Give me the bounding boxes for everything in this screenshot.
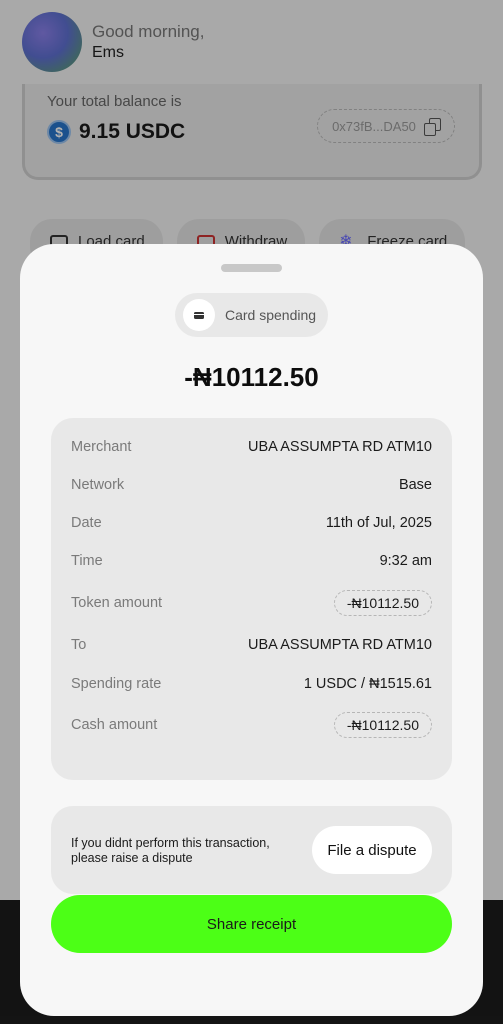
cash-amount-chip: -₦10112.50 xyxy=(333,712,432,738)
detail-row-cash-amount: Cash amount -₦10112.50 xyxy=(71,710,432,740)
detail-label: Token amount xyxy=(71,595,163,611)
transaction-type-pill: Card spending xyxy=(175,293,328,337)
dispute-section: If you didnt perform this transaction, p… xyxy=(51,806,452,894)
detail-row-network: Network Base xyxy=(71,470,432,500)
detail-row-spending-rate: Spending rate 1 USDC / ₦1515.61 xyxy=(71,669,432,699)
detail-label: Network xyxy=(71,477,125,493)
dispute-message: If you didnt perform this transaction, p… xyxy=(71,836,270,865)
transaction-type-label: Card spending xyxy=(225,307,317,323)
detail-value: 11th of Jul, 2025 xyxy=(325,515,432,531)
detail-label: Spending rate xyxy=(71,676,162,692)
detail-value: 9:32 am xyxy=(379,553,432,569)
transaction-details-sheet: Card spending -₦10112.50 Merchant UBA AS… xyxy=(20,244,483,1016)
card-icon xyxy=(183,299,215,331)
file-dispute-button[interactable]: File a dispute xyxy=(312,826,432,874)
share-receipt-button[interactable]: Share receipt xyxy=(51,895,452,953)
detail-row-date: Date 11th of Jul, 2025 xyxy=(71,508,432,538)
detail-label: Date xyxy=(71,515,102,531)
detail-value: UBA ASSUMPTA RD ATM10 xyxy=(248,637,432,653)
detail-label: Cash amount xyxy=(71,717,158,733)
token-amount-chip: -₦10112.50 xyxy=(333,590,432,616)
detail-value: 1 USDC / ₦1515.61 xyxy=(303,676,432,692)
detail-label: Time xyxy=(71,553,103,569)
detail-row-merchant: Merchant UBA ASSUMPTA RD ATM10 xyxy=(71,432,432,462)
detail-label: To xyxy=(71,637,87,653)
detail-row-time: Time 9:32 am xyxy=(71,546,432,576)
detail-row-to: To UBA ASSUMPTA RD ATM10 xyxy=(71,630,432,660)
detail-label: Merchant xyxy=(71,439,132,455)
detail-value: UBA ASSUMPTA RD ATM10 xyxy=(248,439,432,455)
drag-handle[interactable] xyxy=(221,264,282,272)
transaction-amount: -₦10112.50 xyxy=(184,362,319,392)
detail-value: Base xyxy=(398,477,432,493)
transaction-details: Merchant UBA ASSUMPTA RD ATM10 Network B… xyxy=(51,418,452,780)
detail-row-token-amount: Token amount -₦10112.50 xyxy=(71,588,432,618)
